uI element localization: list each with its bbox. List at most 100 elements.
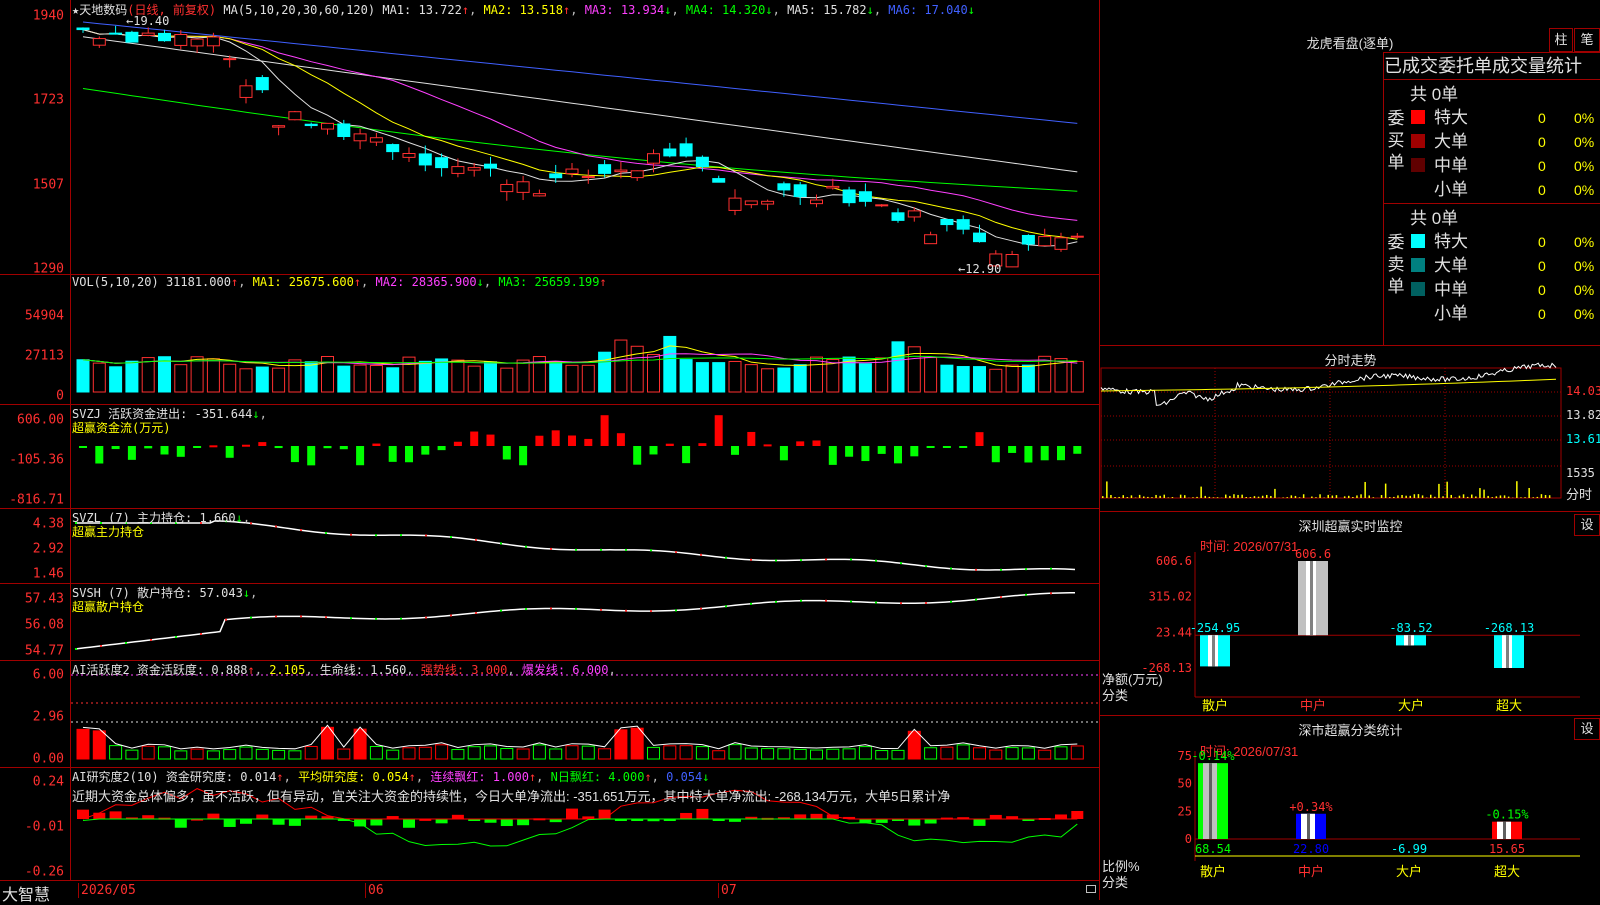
stock-name[interactable]: 天地数码 bbox=[79, 3, 127, 17]
intraday-volume-bar bbox=[1401, 495, 1403, 498]
candle-up bbox=[533, 194, 545, 196]
net-amount-chart[interactable]: 606.6315.0223.44-268.13-254.95散户606.6中户-… bbox=[1100, 512, 1600, 715]
inflow-bar bbox=[666, 444, 674, 446]
candle-down bbox=[485, 164, 497, 168]
activity-bar bbox=[289, 751, 301, 759]
candle-up bbox=[207, 37, 219, 46]
intraday-volume-bar bbox=[1233, 494, 1235, 498]
activity-bar bbox=[256, 749, 268, 759]
tick-mode-button[interactable]: 笔 bbox=[1574, 28, 1600, 52]
svzj-panel[interactable]: 606.00 -105.36 -816.71 SVZJ 活跃资金进出: -351… bbox=[0, 404, 1099, 509]
activity-bar bbox=[485, 746, 497, 759]
candle-down bbox=[941, 219, 953, 224]
positive-bar bbox=[305, 816, 317, 819]
ratio-bar-shade bbox=[1307, 814, 1310, 839]
signal-dot bbox=[425, 617, 427, 619]
intraday-volume-bar bbox=[1213, 497, 1215, 498]
candle-down bbox=[110, 33, 122, 34]
intraday-volume-bar bbox=[1311, 497, 1313, 498]
volume-bar-down bbox=[305, 362, 317, 392]
indicator-title: 资金研究度: bbox=[166, 770, 233, 784]
chart-area[interactable]: 1940 1723 1507 1290 ★天地数码(日线, 前复权) MA(5,… bbox=[0, 0, 1099, 900]
candlestick-chart[interactable] bbox=[71, 0, 1099, 274]
intraday-volume-bar bbox=[1139, 495, 1141, 498]
volume-bar-up bbox=[142, 358, 154, 392]
negative-bar bbox=[175, 819, 187, 828]
y-tick: 75 bbox=[1178, 749, 1192, 763]
ma-name: MA4: bbox=[679, 3, 722, 17]
ma-value: 13.934 bbox=[621, 3, 664, 17]
outflow-bar bbox=[161, 446, 169, 454]
signal-dot bbox=[300, 615, 302, 617]
sz-stats-panel[interactable]: 深市超赢分类统计 设 时间: 2026/07/31 7550250-0.14%6… bbox=[1100, 716, 1600, 900]
outflow-bar bbox=[1008, 446, 1016, 453]
value-label: -268.13 bbox=[1484, 621, 1535, 635]
signal-dot bbox=[800, 559, 802, 561]
intraday-volume-bar bbox=[1410, 496, 1412, 498]
signal-dot bbox=[600, 609, 602, 611]
intraday-volume-bar bbox=[1500, 495, 1502, 498]
outflow-bar bbox=[128, 446, 136, 460]
indicator-title: 散户持仓: bbox=[137, 586, 192, 600]
sz-monitor-panel[interactable]: 深圳超赢实时监控 设 时间: 2026/07/31 606.6315.0223.… bbox=[1100, 512, 1600, 716]
negative-bar bbox=[289, 819, 301, 826]
svzl-panel[interactable]: 4.38 2.92 1.46 SVZL (7) 主力持仓: 1.660↓, 超赢… bbox=[0, 508, 1099, 584]
ai-research-panel[interactable]: 0.24 -0.01 -0.26 AI研究度2(10) 资金研究度: 0.014… bbox=[0, 767, 1099, 880]
intraday-volume-bar bbox=[1479, 488, 1481, 498]
lock-icon[interactable] bbox=[1086, 885, 1096, 893]
activity-bar bbox=[974, 748, 986, 759]
ma-name: MA1: bbox=[253, 275, 289, 289]
activity-bar bbox=[338, 749, 350, 759]
candle-up bbox=[224, 59, 236, 60]
activity-bar bbox=[533, 745, 545, 759]
row-volume: 0 bbox=[1538, 178, 1546, 202]
intraday-chart[interactable] bbox=[1100, 346, 1600, 511]
intraday-volume-bar bbox=[1344, 496, 1346, 498]
ratio-chart[interactable]: 7550250-0.14%68.54散户+0.34%22.80中户-6.99大户… bbox=[1100, 716, 1600, 900]
signal-dot bbox=[750, 603, 752, 605]
category-label: 大户 bbox=[1398, 698, 1424, 713]
intraday-volume-bar bbox=[1274, 489, 1276, 498]
price-panel[interactable]: 1940 1723 1507 1290 ★天地数码(日线, 前复权) MA(5,… bbox=[0, 0, 1099, 275]
intraday-panel[interactable]: 分时走势 14.03 13.82 13.61 1535 分时 bbox=[1100, 346, 1600, 512]
ratio-bar-shade bbox=[1209, 763, 1212, 839]
positive-bar bbox=[599, 810, 611, 819]
inflow-bar bbox=[552, 430, 560, 446]
bar-mode-button[interactable]: 柱 bbox=[1549, 28, 1573, 52]
intraday-volume-bar bbox=[1270, 496, 1272, 498]
chart-mode[interactable]: (日线, 前复权) bbox=[127, 3, 216, 17]
row-label: 大单 bbox=[1434, 254, 1468, 278]
candle-up bbox=[142, 33, 154, 35]
activity-bar bbox=[696, 747, 708, 759]
arrow-icon: ↑ bbox=[409, 770, 416, 784]
candle-up bbox=[762, 201, 774, 204]
intraday-volume-bar bbox=[1393, 497, 1395, 498]
candle-down bbox=[664, 149, 676, 156]
y-tick: 2.96 bbox=[33, 710, 64, 725]
y-tick: 0 bbox=[56, 389, 64, 404]
volume-bar-down bbox=[974, 367, 986, 392]
signal-dot bbox=[275, 616, 277, 618]
volume-bars[interactable] bbox=[71, 274, 1099, 404]
volume-bar-up bbox=[745, 365, 757, 392]
ma-value: 13.518 bbox=[520, 3, 563, 17]
volume-panel[interactable]: 54904 27113 0 VOL(5,10,20) 31181.000↑, M… bbox=[0, 274, 1099, 405]
intraday-volume-bar bbox=[1451, 495, 1453, 498]
change-label: -0.14% bbox=[1191, 749, 1235, 763]
outflow-bar bbox=[421, 446, 429, 455]
value-label: 22.80 bbox=[1293, 842, 1329, 856]
activity-bar bbox=[419, 747, 431, 759]
outflow-bar bbox=[356, 446, 364, 465]
svsh-panel[interactable]: 57.43 56.08 54.77 SVSH (7) 散户持仓: 57.043↓… bbox=[0, 583, 1099, 661]
ai-active-header: AI活跃度2 资金活跃度: 0.888↑, 2.105, 生命线: 1.560,… bbox=[72, 661, 616, 678]
intraday-volume-bar bbox=[1516, 481, 1518, 498]
signal-dot bbox=[1000, 569, 1002, 571]
signal-dot bbox=[725, 557, 727, 559]
ai-active-panel[interactable]: 6.00 2.96 0.00 AI活跃度2 资金活跃度: 0.888↑, 2.1… bbox=[0, 660, 1099, 768]
intraday-volume-bar bbox=[1114, 497, 1116, 498]
intraday-volume-bar bbox=[1164, 495, 1166, 498]
price-y-axis: 1940 1723 1507 1290 bbox=[0, 0, 71, 274]
intraday-volume-bar bbox=[1504, 495, 1506, 498]
signal-dot bbox=[500, 542, 502, 544]
ma-value: 28365.900 bbox=[412, 275, 477, 289]
